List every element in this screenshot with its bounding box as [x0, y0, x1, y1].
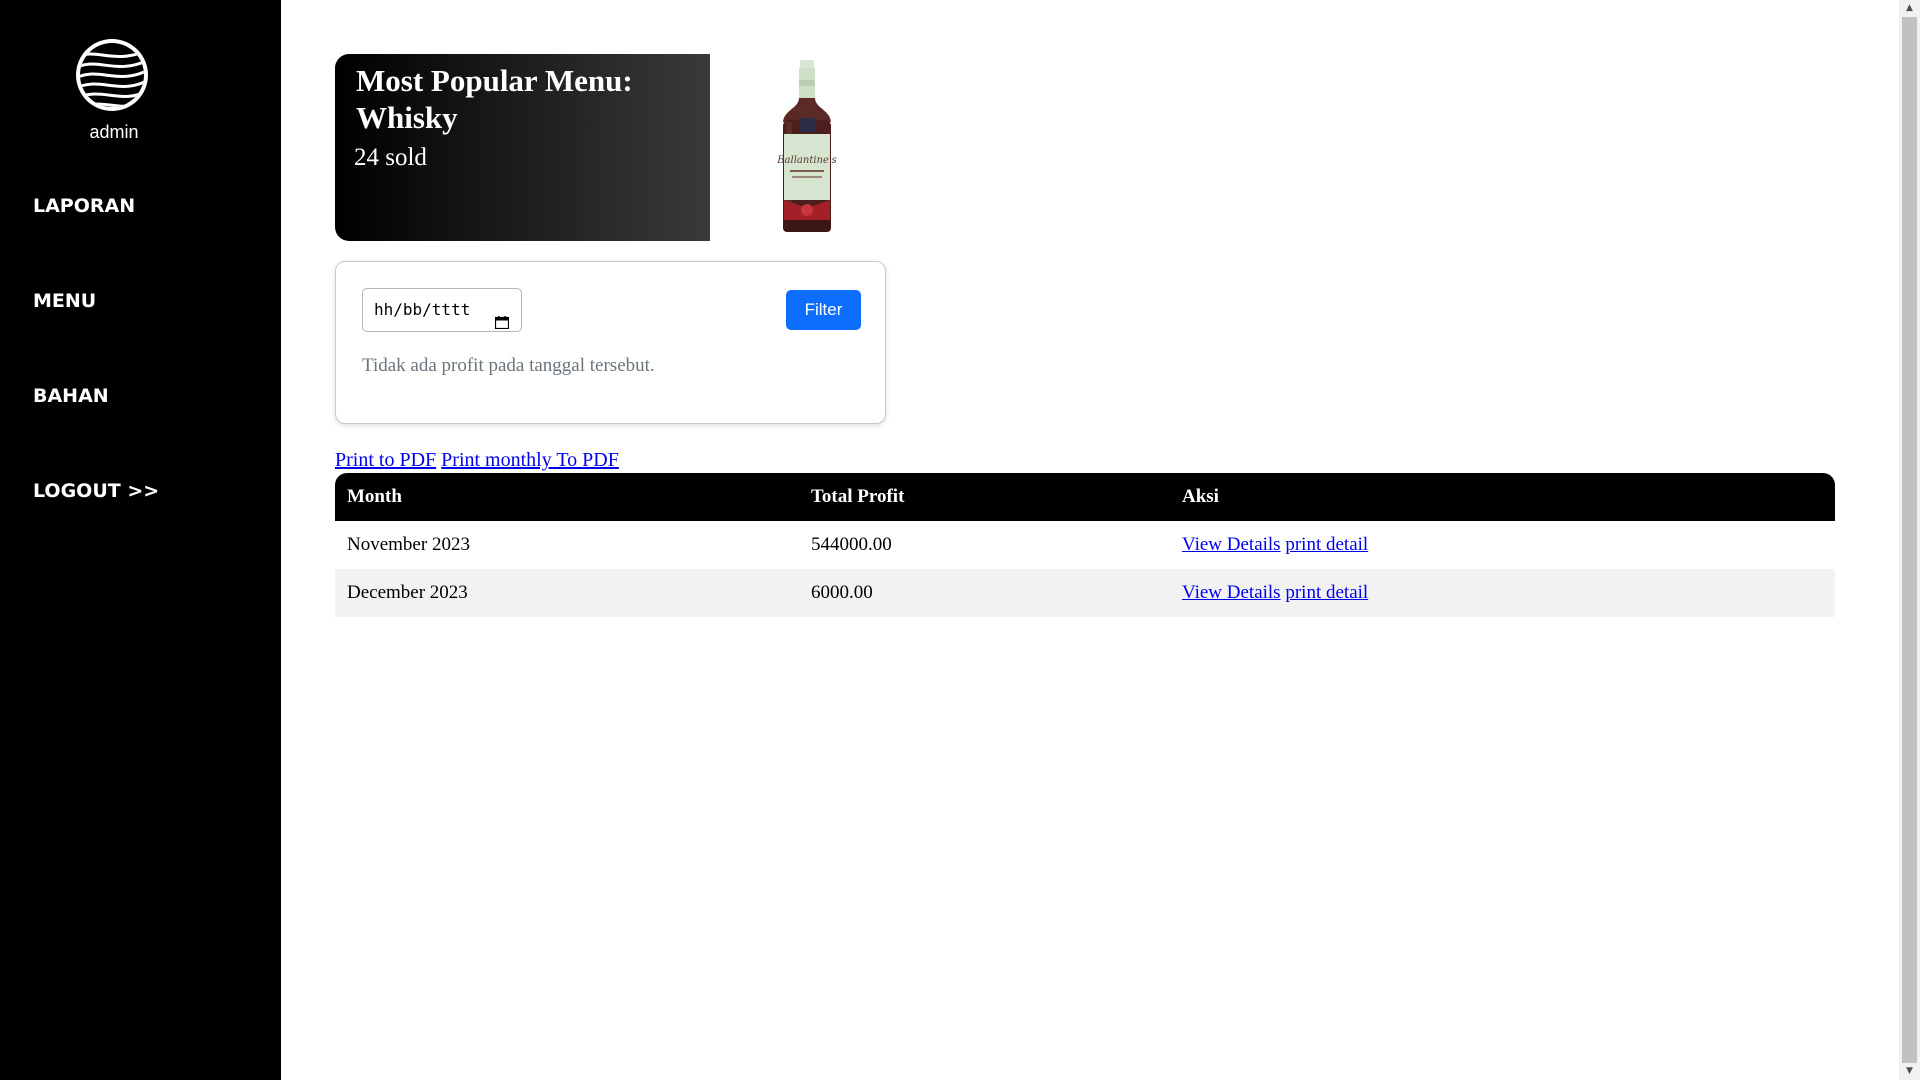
popular-menu-title: Most Popular Menu: Whisky — [356, 63, 633, 135]
date-input[interactable]: hh/bb/tttt — [362, 288, 522, 332]
app: admin LAPORAN MENU BAHAN LOGOUT >> Most … — [0, 0, 1920, 1080]
print-to-pdf-link[interactable]: Print to PDF — [335, 449, 436, 471]
view-details-link[interactable]: View Details — [1182, 534, 1281, 555]
scrollbar-thumb[interactable] — [1902, 17, 1917, 1063]
scroll-up-arrow-icon[interactable]: ▲ — [1899, 0, 1920, 17]
whisky-bottle-image: Ballantine's — [772, 60, 842, 235]
filter-card: hh/bb/tttt Filter Tidak ada profit pada … — [335, 261, 886, 424]
scroll-down-arrow-icon[interactable]: ▼ — [1899, 1063, 1920, 1080]
popular-menu-sold: 24 sold — [354, 144, 427, 171]
print-detail-link[interactable]: print detail — [1285, 582, 1368, 603]
sidebar-item-laporan[interactable]: LAPORAN — [33, 195, 135, 217]
profit-cell: 6000.00 — [799, 569, 1170, 617]
column-header-aksi: Aksi — [1170, 473, 1835, 521]
logo-icon — [74, 37, 150, 113]
month-cell: November 2023 — [347, 534, 470, 555]
column-header-total-profit: Total Profit — [799, 473, 1170, 521]
sidebar-item-menu[interactable]: MENU — [33, 290, 96, 312]
column-header-month: Month — [335, 473, 799, 521]
svg-text:Ballantine's: Ballantine's — [776, 155, 837, 166]
table-header-row: Month Total Profit Aksi — [335, 473, 1835, 521]
calendar-icon[interactable] — [494, 303, 510, 330]
table-row: November 2023 544000.00 View Details pri… — [335, 521, 1835, 569]
sidebar-item-logout[interactable]: LOGOUT >> — [33, 480, 159, 502]
no-profit-message: Tidak ada profit pada tanggal tersebut. — [362, 355, 655, 376]
actions-cell: View Details print detail — [1170, 521, 1835, 569]
month-cell: December 2023 — [335, 569, 799, 617]
username: admin — [89, 122, 139, 142]
profit-cell: 544000.00 — [811, 534, 892, 555]
main-content: Most Popular Menu: Whisky 24 sold Ballan… — [281, 0, 1899, 1080]
view-details-link[interactable]: View Details — [1182, 582, 1281, 603]
popular-menu-card: Most Popular Menu: Whisky 24 sold — [335, 54, 710, 241]
print-detail-link[interactable]: print detail — [1285, 534, 1368, 555]
filter-button[interactable]: Filter — [786, 290, 861, 330]
print-links: Print to PDF Print monthly To PDF — [335, 449, 619, 472]
vertical-scrollbar[interactable]: ▲ ▼ — [1899, 0, 1920, 1080]
profit-table: Month Total Profit Aksi November 2023 54… — [335, 473, 1835, 617]
date-input-placeholder: hh/bb/tttt — [374, 300, 471, 319]
actions-cell: View Details print detail — [1170, 569, 1835, 617]
sidebar-item-bahan[interactable]: BAHAN — [33, 385, 109, 407]
print-monthly-pdf-link[interactable]: Print monthly To PDF — [441, 449, 619, 471]
table-row: December 2023 6000.00 View Details print… — [335, 569, 1835, 617]
sidebar: admin LAPORAN MENU BAHAN LOGOUT >> — [0, 0, 281, 1080]
